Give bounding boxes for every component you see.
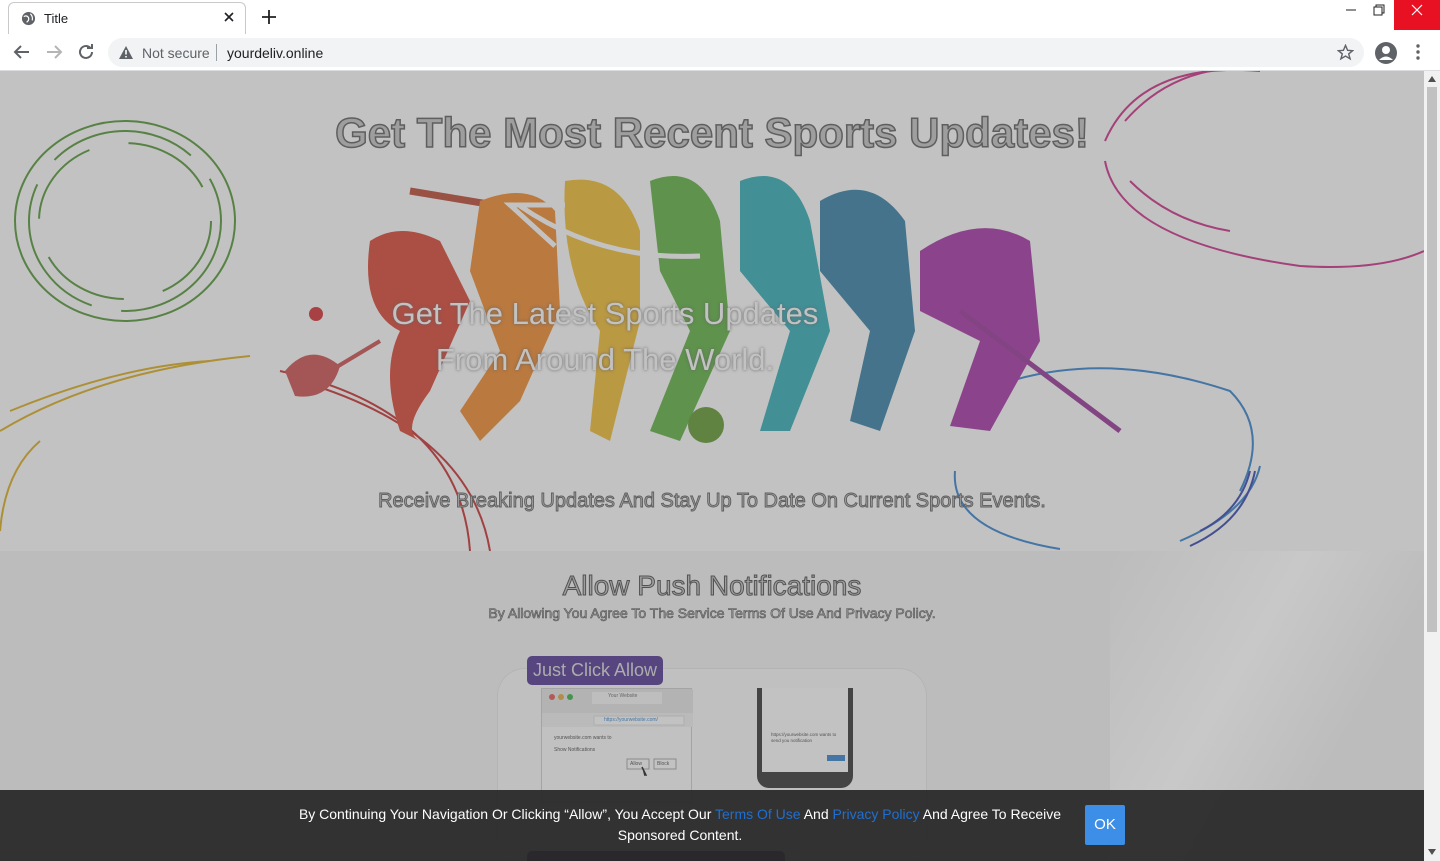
bookmark-star-icon[interactable]: [1337, 44, 1354, 61]
warning-icon[interactable]: [118, 45, 134, 60]
scroll-down-icon[interactable]: [1428, 849, 1436, 855]
reload-icon[interactable]: [76, 42, 96, 62]
tab-title: Title: [44, 11, 69, 26]
consent-bar: By Continuing Your Navigation Or Clickin…: [0, 790, 1424, 861]
consent-text-and: And: [800, 806, 833, 822]
privacy-policy-link[interactable]: Privacy Policy: [833, 806, 920, 822]
address-separator: [216, 44, 217, 61]
consent-text: By Continuing Your Navigation Or Clickin…: [290, 804, 1070, 846]
page-viewport: Get The Most Recent Sports Updates! Get …: [0, 71, 1424, 861]
forward-icon[interactable]: [44, 42, 64, 62]
url-text[interactable]: yourdeliv.online: [227, 45, 323, 61]
address-bar[interactable]: Not secure yourdeliv.online: [108, 38, 1364, 67]
browser-tab[interactable]: Title: [8, 2, 246, 34]
menu-dots-icon[interactable]: [1410, 42, 1426, 62]
consent-text-start: By Continuing Your Navigation Or Clickin…: [298, 806, 716, 822]
globe-icon: [21, 11, 36, 26]
profile-icon[interactable]: [1374, 41, 1398, 65]
new-tab-icon[interactable]: [260, 8, 278, 26]
page-scrollbar[interactable]: [1424, 71, 1440, 861]
tab-strip: Title: [0, 0, 1440, 34]
window-close-icon[interactable]: [1394, 0, 1440, 30]
browser-toolbar: Not secure yourdeliv.online: [0, 34, 1440, 71]
not-secure-label[interactable]: Not secure: [142, 45, 210, 61]
close-tab-icon[interactable]: [221, 9, 237, 25]
scroll-up-icon[interactable]: [1428, 76, 1436, 82]
ok-button[interactable]: OK: [1085, 805, 1125, 845]
terms-of-use-link[interactable]: Terms Of Use: [715, 806, 801, 822]
scrollbar-thumb[interactable]: [1427, 87, 1437, 632]
back-icon[interactable]: [12, 42, 32, 62]
